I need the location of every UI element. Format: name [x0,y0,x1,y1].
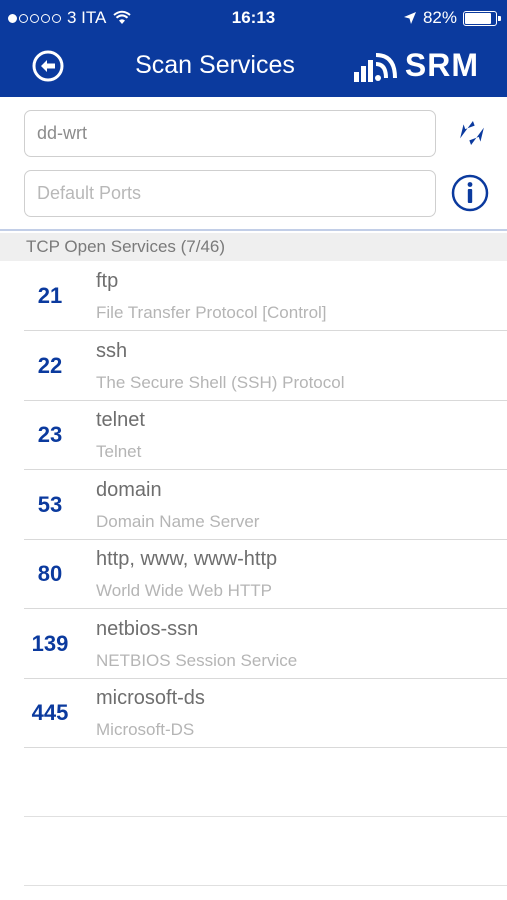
service-port: 445 [31,700,69,725]
service-port: 22 [37,352,63,378]
logo-text: SRM [404,47,479,83]
host-field[interactable] [24,110,436,157]
service-description: World Wide Web HTTP [96,581,273,600]
service-port: 23 [37,422,63,447]
empty-row-divider [24,816,507,817]
service-port: 80 [37,561,63,586]
ports-input[interactable] [37,183,423,204]
service-name: ssh [96,339,128,362]
srm-logo: SRM [353,47,479,83]
service-row[interactable]: 21 ftp File Transfer Protocol [Control] [24,261,507,331]
location-arrow-icon [403,12,416,24]
service-description: Microsoft-DS [96,720,195,739]
service-name: ftp [96,270,119,292]
service-row[interactable]: 23 telnet Telnet [24,400,507,470]
section-divider [0,229,507,231]
service-description: The Secure Shell (SSH) Protocol [96,372,345,392]
service-description: Domain Name Server [96,511,260,531]
info-circle-icon[interactable] [451,174,489,212]
service-row[interactable]: 22 ssh The Secure Shell (SSH) Protocol [24,331,507,401]
section-header: TCP Open Services (7/46) [0,233,507,261]
service-name: telnet [96,409,145,431]
host-input[interactable] [37,123,423,144]
service-port: 21 [37,283,63,308]
service-description: NETBIOS Session Service [96,650,298,670]
signal-logo-icon [353,53,397,82]
top-bar: 3 ITA 16:13 82% Scan Services SRM [0,0,507,97]
service-row[interactable]: 139 netbios-ssn NETBIOS Session Service [24,609,507,679]
empty-row-divider [24,885,507,886]
service-name: microsoft-ds [96,687,205,709]
service-row[interactable]: 445 microsoft-ds Microsoft-DS [24,678,507,748]
navigation-bar: Scan Services SRM [0,36,507,97]
service-name: domain [96,478,162,501]
battery-icon [463,10,501,26]
service-row[interactable]: 80 http, www, www-http World Wide Web HTTP [24,539,507,609]
service-row[interactable]: 53 domain Domain Name Server [24,470,507,540]
status-right: 82% [403,8,501,28]
service-port: 139 [31,630,69,656]
service-port: 53 [37,491,63,517]
service-name: http, www, www-http [96,548,278,570]
service-description: File Transfer Protocol [Control] [96,303,327,322]
ports-field[interactable] [24,170,436,217]
battery-percent: 82% [422,8,457,27]
service-name: netbios-ssn [96,617,199,640]
service-description: Telnet [96,442,142,461]
status-bar: 3 ITA 16:13 82% [0,0,507,36]
refresh-arrows-icon[interactable] [453,114,491,152]
